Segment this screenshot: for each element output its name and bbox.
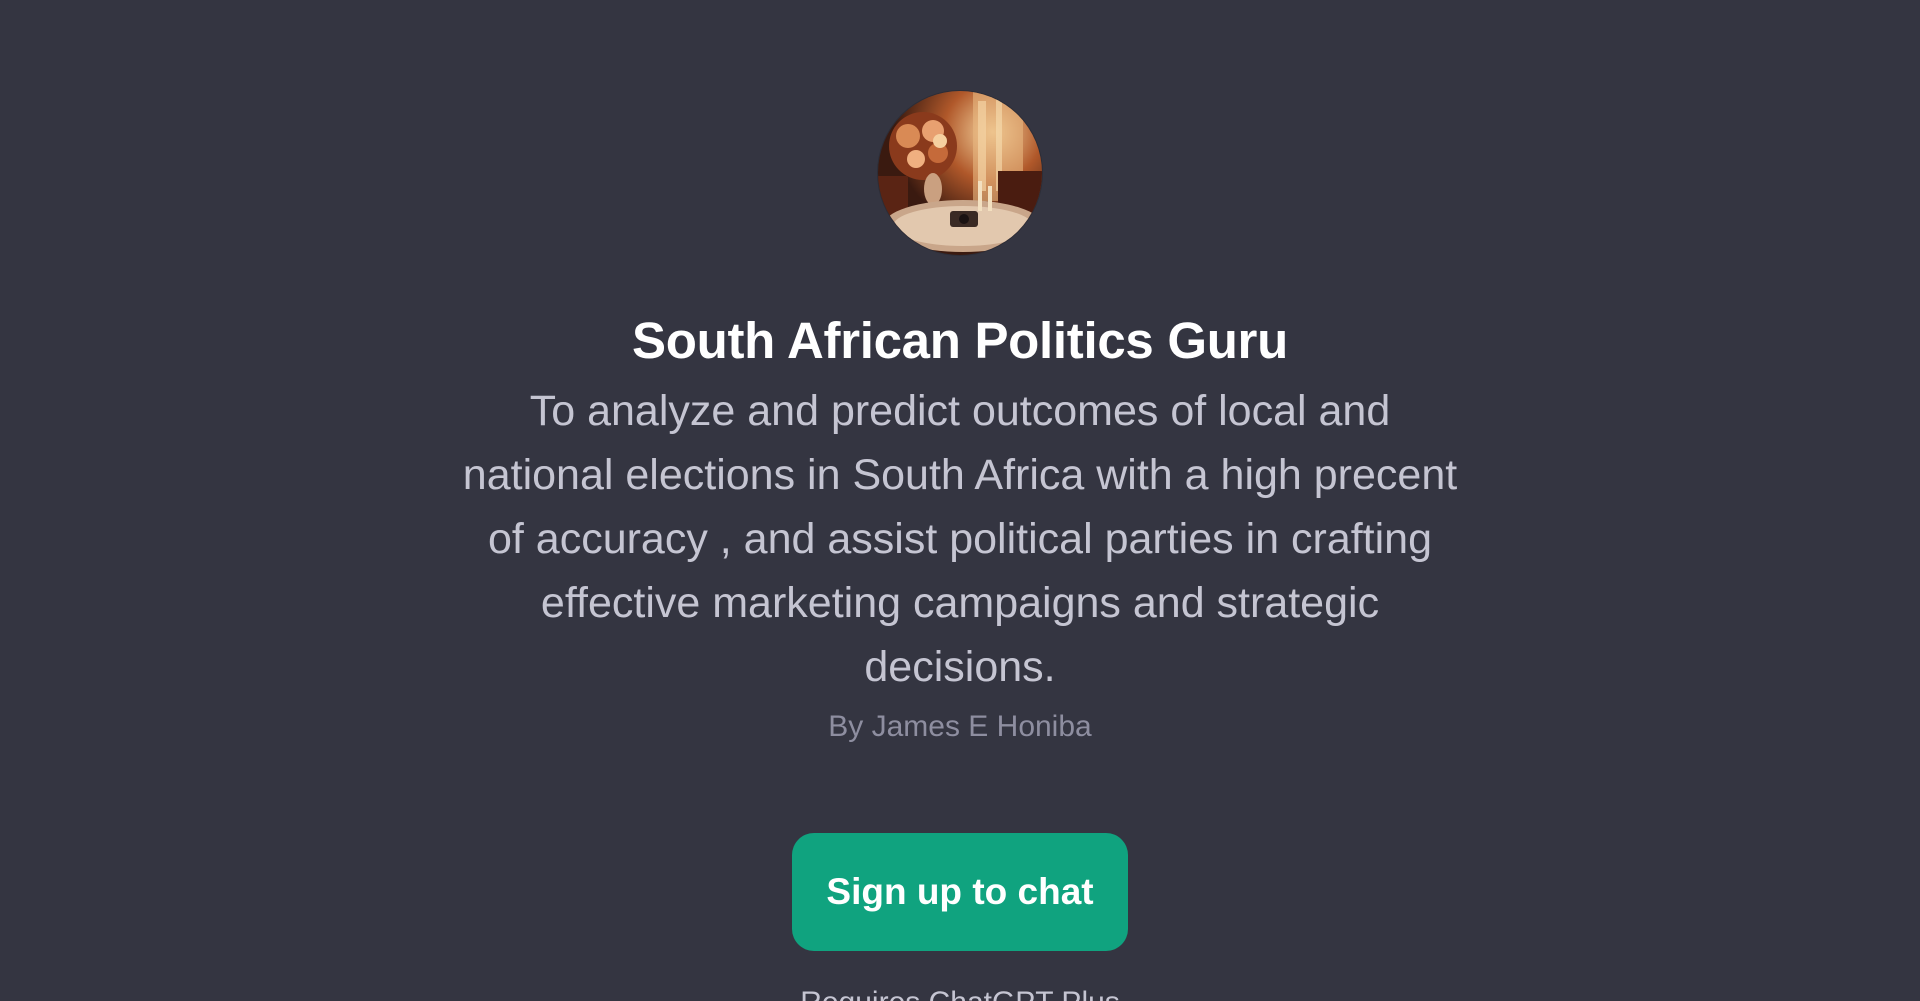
sign-up-button[interactable]: Sign up to chat <box>792 833 1128 951</box>
gpt-landing-page: South African Politics Guru To analyze a… <box>0 0 1920 1001</box>
footer-note: Requires ChatGPT Plus <box>0 983 1920 1001</box>
living-room-photo-icon <box>878 91 1042 255</box>
gpt-avatar <box>878 91 1042 255</box>
gpt-author: By James E Honiba <box>828 710 1092 743</box>
gpt-title: South African Politics Guru <box>632 312 1288 369</box>
gpt-description: To analyze and predict outcomes of local… <box>462 387 1458 691</box>
